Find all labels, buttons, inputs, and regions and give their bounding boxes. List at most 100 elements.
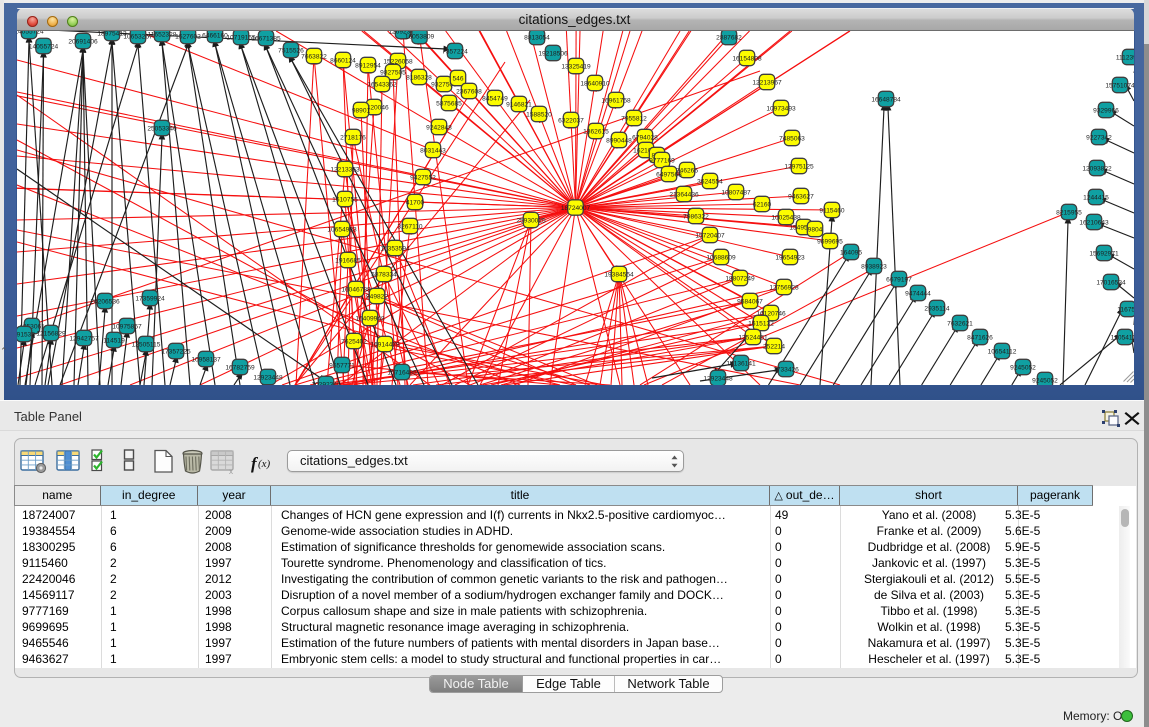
- svg-text:21364436: 21364436: [669, 191, 699, 198]
- svg-text:7625402: 7625402: [341, 338, 367, 345]
- svg-text:10975857: 10975857: [112, 323, 142, 330]
- svg-text:9804: 9804: [808, 226, 823, 233]
- svg-text:16210643: 16210643: [1079, 219, 1109, 226]
- svg-text:6679197: 6679197: [886, 276, 912, 283]
- svg-text:13524451: 13524451: [738, 334, 768, 341]
- svg-text:8912954: 8912954: [355, 62, 381, 69]
- svg-text:18807249: 18807249: [725, 275, 755, 282]
- svg-text:8660124: 8660124: [330, 57, 356, 64]
- svg-text:15353594: 15353594: [380, 245, 410, 252]
- svg-text:8031443: 8031443: [420, 147, 446, 154]
- svg-text:7663822: 7663822: [301, 53, 327, 60]
- svg-text:6794028: 6794028: [632, 134, 658, 141]
- svg-text:949822: 949822: [366, 293, 388, 300]
- svg-text:7357224: 7357224: [442, 48, 468, 55]
- svg-text:16543362: 16543362: [367, 81, 397, 88]
- svg-text:5875685: 5875685: [436, 100, 462, 107]
- svg-text:9245052: 9245052: [1032, 377, 1058, 384]
- svg-text:1588520: 1588520: [526, 111, 552, 118]
- svg-text:12054112: 12054112: [1111, 334, 1134, 341]
- svg-text:17357225: 17357225: [161, 348, 191, 355]
- svg-text:9329966: 9329966: [1093, 107, 1119, 114]
- svg-text:25930025: 25930025: [516, 217, 546, 224]
- svg-text:19218506: 19218506: [538, 50, 568, 57]
- svg-text:6322037: 6322037: [558, 117, 584, 124]
- svg-text:20206536: 20206536: [90, 298, 120, 305]
- svg-text:41700: 41700: [406, 199, 425, 206]
- svg-text:114519: 114519: [103, 337, 125, 344]
- svg-text:10958137: 10958137: [191, 356, 221, 363]
- svg-text:12756928: 12756928: [769, 284, 799, 291]
- svg-text:9115460: 9115460: [819, 207, 845, 214]
- svg-text:9242848: 9242848: [426, 124, 452, 131]
- svg-text:8813054: 8813054: [524, 34, 550, 41]
- svg-text:1244415: 1244415: [1083, 194, 1109, 201]
- svg-text:19654923: 19654923: [775, 254, 805, 261]
- svg-text:1362615: 1362615: [583, 128, 609, 135]
- svg-text:164095: 164095: [840, 249, 862, 256]
- svg-text:16782759: 16782759: [225, 364, 255, 371]
- svg-text:7485063: 7485063: [779, 135, 805, 142]
- svg-text:25053346: 25053346: [147, 125, 177, 132]
- svg-text:16671385: 16671385: [251, 35, 281, 42]
- svg-text:9227342: 9227342: [1086, 134, 1112, 141]
- svg-text:10654112: 10654112: [988, 348, 1017, 355]
- svg-text:12156829: 12156829: [36, 330, 66, 337]
- svg-text:9463627: 9463627: [788, 193, 814, 200]
- svg-text:1733426: 1733426: [773, 366, 799, 373]
- svg-text:9245052: 9245052: [1010, 364, 1036, 371]
- svg-text:15692971: 15692971: [1089, 250, 1119, 257]
- svg-text:11123944: 11123944: [1116, 54, 1134, 61]
- svg-text:13325419: 13325419: [561, 63, 591, 70]
- svg-text:9474444: 9474444: [905, 290, 931, 297]
- svg-text:11652328: 11652328: [148, 31, 177, 38]
- svg-text:1916685: 1916685: [335, 257, 361, 264]
- svg-text:62160: 62160: [753, 201, 772, 208]
- svg-text:12093822: 12093822: [1082, 165, 1112, 172]
- svg-text:9657771: 9657771: [329, 362, 355, 369]
- svg-text:98901: 98901: [352, 107, 371, 114]
- svg-text:7955812: 7955812: [621, 115, 647, 122]
- svg-text:10973493: 10973493: [766, 105, 796, 112]
- svg-text:3267110: 3267110: [397, 223, 423, 230]
- svg-text:2887682: 2887682: [716, 34, 742, 41]
- svg-text:7632621: 7632621: [947, 320, 973, 327]
- svg-text:10807487: 10807487: [721, 189, 751, 196]
- svg-text:(x): (x): [258, 458, 271, 470]
- svg-text:16914479: 16914479: [370, 341, 400, 348]
- svg-text:9827505: 9827505: [380, 69, 406, 76]
- svg-text:9146821: 9146821: [506, 101, 532, 108]
- svg-text:3624554: 3624554: [697, 178, 723, 185]
- svg-text:17359924: 17359924: [135, 295, 165, 302]
- svg-text:15716485: 15716485: [387, 369, 417, 376]
- svg-text:17016534: 17016534: [1096, 279, 1126, 286]
- svg-text:12213363: 12213363: [330, 166, 360, 173]
- svg-text:16648784: 16648784: [871, 96, 901, 103]
- svg-text:8186328: 8186328: [406, 74, 432, 81]
- svg-text:15751074: 15751074: [1105, 82, 1134, 89]
- svg-text:16053809: 16053809: [405, 33, 435, 40]
- svg-text:16409948: 16409948: [355, 315, 385, 322]
- svg-text:16154808: 16154808: [732, 55, 762, 62]
- svg-text:12505115: 12505115: [132, 341, 161, 348]
- svg-text:8471626: 8471626: [967, 334, 993, 341]
- svg-text:10688609: 10688609: [706, 254, 736, 261]
- svg-text:8454749: 8454749: [482, 95, 508, 102]
- svg-text:1610755: 1610755: [332, 196, 358, 203]
- svg-text:18724007: 18724007: [561, 205, 591, 212]
- svg-text:12923448: 12923448: [703, 375, 733, 382]
- svg-text:5878334: 5878334: [371, 271, 397, 278]
- svg-text:10025438: 10025438: [771, 214, 801, 221]
- svg-text:6497568: 6497568: [656, 171, 682, 178]
- svg-text:8990448: 8990448: [606, 137, 632, 144]
- svg-text:20691406: 20691406: [68, 38, 98, 45]
- svg-text:19384554: 19384554: [604, 271, 634, 278]
- svg-text:14055724: 14055724: [17, 31, 44, 35]
- svg-text:8938923: 8938923: [861, 263, 887, 270]
- svg-text:12942757: 12942757: [69, 335, 99, 342]
- svg-text:16961758: 16961758: [601, 97, 631, 104]
- svg-text:6466160: 6466160: [202, 32, 228, 39]
- svg-text:2718176: 2718176: [340, 134, 366, 141]
- svg-text:12975125: 12975125: [784, 163, 814, 170]
- svg-text:12213967: 12213967: [752, 79, 782, 86]
